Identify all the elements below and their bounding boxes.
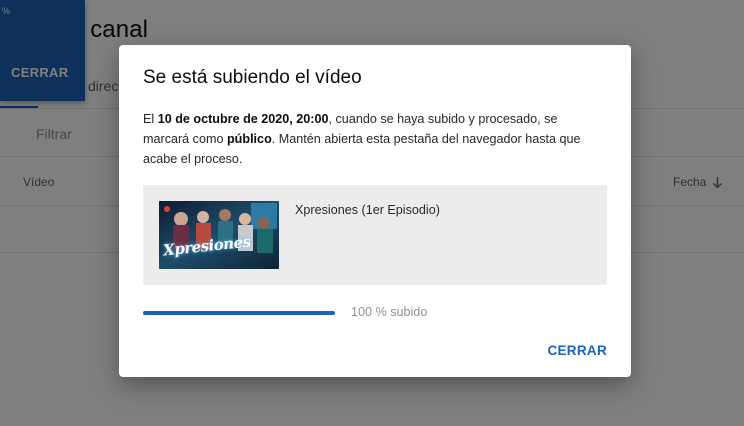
upload-dialog: Se está subiendo el vídeo El 10 de octub… — [119, 45, 631, 377]
close-button[interactable]: CERRAR — [547, 343, 607, 358]
scheduled-date: 10 de octubre de 2020, 20:00 — [157, 112, 329, 126]
upload-progress-fill — [143, 311, 335, 315]
visibility-value: público — [226, 132, 272, 146]
upload-progress-label: 100 % subido — [351, 305, 428, 319]
video-title: Xpresiones (1er Episodio) — [295, 203, 440, 217]
dialog-title: Se está subiendo el vídeo — [143, 67, 362, 88]
dialog-message: El 10 de octubre de 2020, 20:00, cuando … — [143, 109, 603, 169]
upload-progress-bar — [143, 311, 335, 315]
message-text: El — [143, 112, 158, 126]
page: l canal direc Filtrar Vídeo Fecha % CERR… — [0, 0, 744, 426]
video-thumbnail: Xpresiones — [159, 201, 279, 269]
video-card: Xpresiones Xpresiones (1er Episodio) — [143, 185, 607, 285]
